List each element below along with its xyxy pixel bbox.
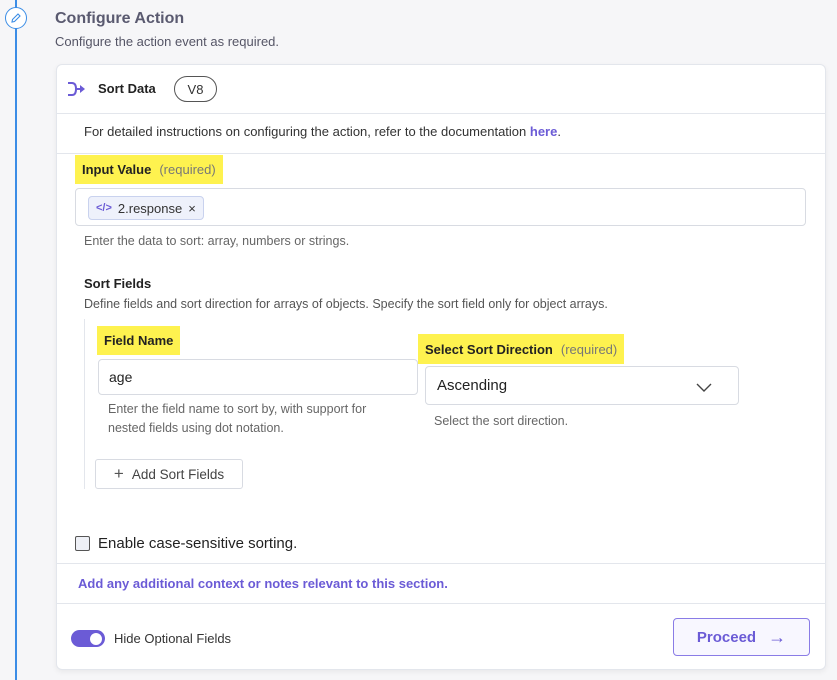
step-title: Configure Action xyxy=(55,10,185,27)
sort-direction-select[interactable]: Ascending xyxy=(425,366,739,405)
chip-label: 2.response xyxy=(117,200,183,216)
sort-fields-title: Sort Fields xyxy=(84,276,152,291)
input-value-help: Enter the data to sort: array, numbers o… xyxy=(84,234,350,248)
field-name-label: Field Name xyxy=(97,326,181,355)
field-name-help-2: nested fields using dot notation. xyxy=(108,421,284,435)
action-card: Sort Data V8 For detailed instructions o… xyxy=(56,64,826,670)
close-icon[interactable]: × xyxy=(188,201,196,216)
code-icon: </> xyxy=(96,202,112,214)
sort-fields-group-border xyxy=(84,319,85,489)
plus-icon: + xyxy=(113,464,124,483)
chevron-down-icon xyxy=(696,380,712,397)
field-name-help-1: Enter the field name to sort by, with su… xyxy=(108,402,367,416)
sort-direction-value: Ascending xyxy=(437,377,508,394)
doc-link[interactable]: here xyxy=(530,124,557,139)
doc-line: For detailed instructions on configuring… xyxy=(57,114,825,154)
app-name: Sort Data xyxy=(98,81,156,96)
field-name-input[interactable] xyxy=(98,359,418,395)
case-sensitive-checkbox[interactable] xyxy=(75,536,90,551)
doc-suffix: . xyxy=(557,124,561,139)
divider xyxy=(57,603,825,604)
sort-fields-description: Define fields and sort direction for arr… xyxy=(84,297,608,311)
case-sensitive-label: Enable case-sensitive sorting. xyxy=(98,535,298,552)
hide-optional-label: Hide Optional Fields xyxy=(114,631,232,646)
divider xyxy=(57,563,825,564)
pencil-icon xyxy=(5,7,27,29)
timeline-line xyxy=(15,0,17,680)
sort-direction-help: Select the sort direction. xyxy=(434,414,569,428)
sort-merge-icon xyxy=(67,81,89,102)
input-value-label: Input Value (required) xyxy=(75,155,223,184)
value-chip: </> 2.response × xyxy=(88,196,204,220)
sort-direction-label: Select Sort Direction (required) xyxy=(418,334,625,364)
card-header: Sort Data V8 xyxy=(57,65,825,114)
proceed-button[interactable]: Proceed → xyxy=(673,618,810,656)
step-subtitle: Configure the action event as required. xyxy=(55,34,280,49)
input-value-field[interactable]: </> 2.response × xyxy=(75,188,806,226)
version-badge[interactable]: V8 xyxy=(174,76,217,102)
add-sort-fields-button[interactable]: + Add Sort Fields xyxy=(95,459,243,489)
notes-link[interactable]: Add any additional context or notes rele… xyxy=(78,576,448,591)
doc-text: For detailed instructions on configuring… xyxy=(84,124,530,139)
arrow-right-icon: → xyxy=(768,626,787,647)
hide-optional-toggle[interactable] xyxy=(71,630,105,647)
